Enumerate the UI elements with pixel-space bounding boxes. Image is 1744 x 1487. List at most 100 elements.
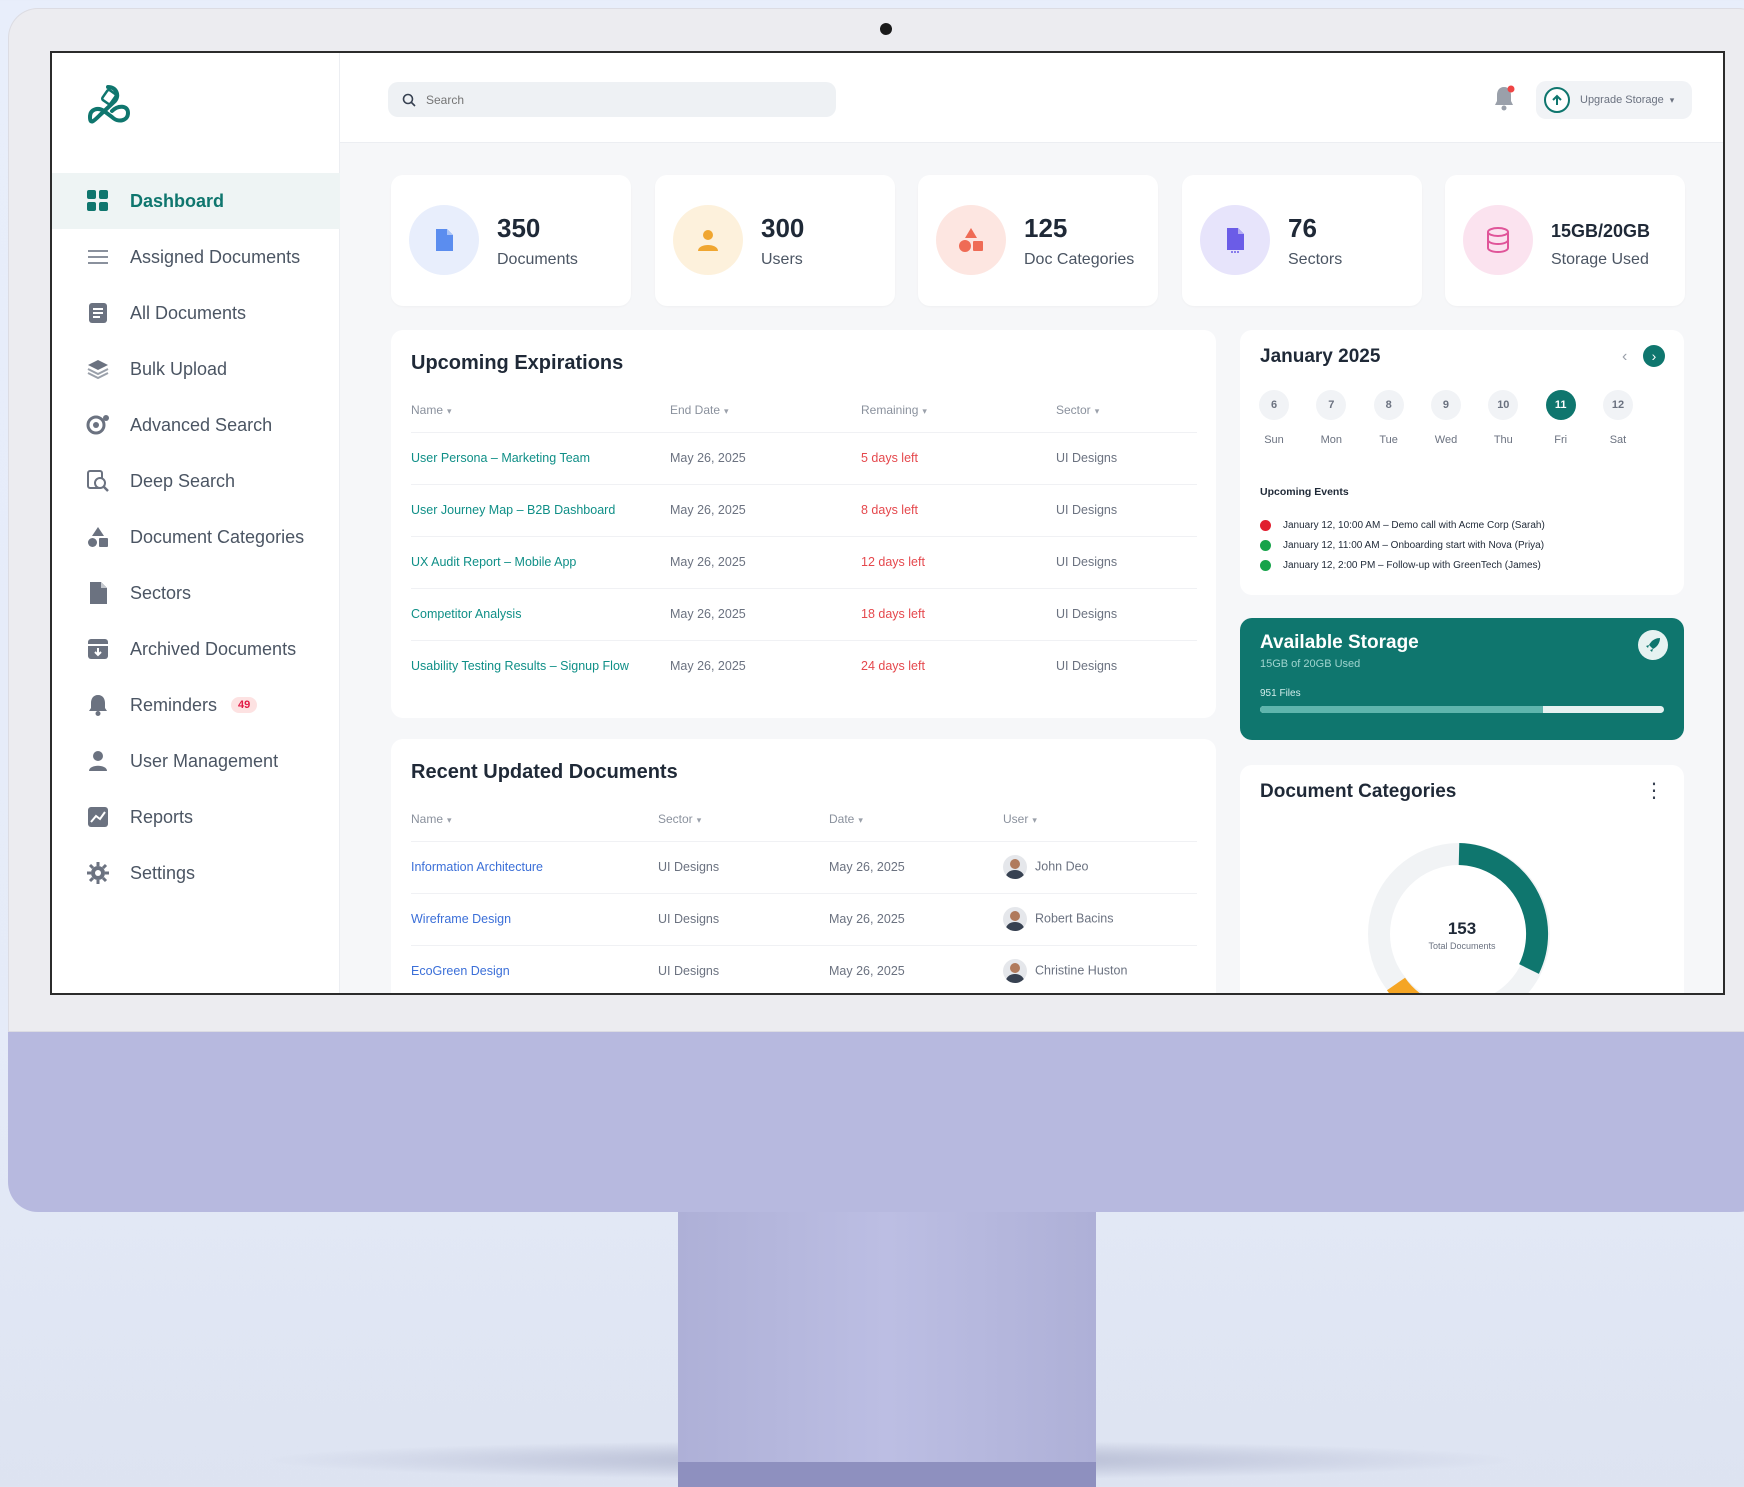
column-header-remaining[interactable]: Remaining ▾ [861,388,1056,432]
expirations-table: Name ▾ End Date ▾ Remaining ▾ Sector ▾ User … [411,388,1197,692]
document-name-link[interactable]: Usability Testing Results – Signup Flow [411,639,670,692]
stat-card-documents[interactable]: 350 Documents [391,175,631,306]
column-header-date[interactable]: Date ▾ [829,797,1003,841]
monitor-stand-base [678,1462,1096,1487]
chevron-left-icon[interactable]: ‹ [1622,348,1627,366]
chevron-right-icon[interactable]: › [1643,345,1665,367]
sidebar-item-label: Reminders [130,694,218,715]
chevron-down-icon: ▾ [447,405,452,416]
calendar-day[interactable]: 9 Wed [1428,390,1464,446]
end-date-cell: May 26, 2025 [670,639,861,692]
column-header-sector[interactable]: Sector ▾ [658,797,829,841]
document-name-link[interactable]: Wireframe Design [411,892,658,945]
document-icon [86,301,110,325]
calendar-day[interactable]: 12 Sat [1600,390,1636,446]
event-item[interactable]: January 12, 2:00 PM – Follow-up with Gre… [1260,560,1541,571]
user-icon [86,749,110,773]
stat-label: Users [761,251,803,268]
column-header-end-date[interactable]: End Date ▾ [670,388,861,432]
search-input[interactable] [426,92,806,107]
event-item[interactable]: January 12, 11:00 AM – Onboarding start … [1260,540,1544,551]
stat-card-doc-categories[interactable]: 125 Doc Categories [918,175,1158,306]
sidebar-item-sectors[interactable]: Sectors [52,565,340,621]
weekday-label: Wed [1434,434,1458,446]
database-icon [1463,205,1533,275]
calendar-day-selected[interactable]: 11 Fri [1543,390,1579,446]
document-name-link[interactable]: UX Audit Report – Mobile App [411,535,670,588]
storage-subtitle: 15GB of 20GB Used [1260,658,1361,670]
stat-label: Storage Used [1551,251,1649,268]
calendar-day[interactable]: 10 Thu [1485,390,1521,446]
status-dot-icon [1260,540,1271,551]
sidebar-item-bulk-upload[interactable]: Bulk Upload [52,341,340,397]
date-cell: May 26, 2025 [829,944,1003,993]
sector-cell: UI Designs [658,892,829,945]
stat-label: Documents [497,251,578,268]
chevron-down-icon: ▾ [447,814,452,825]
recent-documents-panel: Recent Updated Documents Name ▾ Sector ▾ D… [391,739,1216,993]
stat-card-users[interactable]: 300 Users [655,175,895,306]
sidebar-item-reports[interactable]: Reports [52,789,340,845]
app-logo-icon[interactable] [82,81,134,133]
event-item[interactable]: January 12, 10:00 AM – Demo call with Ac… [1260,520,1545,531]
storage-progress-bar [1260,706,1664,713]
column-header-user[interactable]: User ▾ [1003,797,1197,841]
table-row[interactable]: User Persona – Marketing Team May 26, 20… [411,431,1197,484]
column-header-sector[interactable]: Sector ▾ [1056,388,1197,432]
stat-card-storage-used[interactable]: 15GB/20GB Storage Used [1445,175,1685,306]
sidebar-item-archived-documents[interactable]: Archived Documents [52,621,340,677]
storage-progress-fill [1260,706,1543,713]
upgrade-storage-button[interactable]: Upgrade Storage ▾ [1536,81,1692,119]
document-name-link[interactable]: Information Architecture [411,840,658,893]
column-header-name[interactable]: Name ▾ [411,797,658,841]
sidebar-item-reminders[interactable]: Reminders 49 [52,677,340,733]
sidebar-item-document-categories[interactable]: Document Categories [52,509,340,565]
table-row[interactable]: Usability Testing Results – Signup Flow … [411,639,1197,692]
weekday-label: Sat [1609,434,1627,446]
upload-arrow-icon [1544,87,1570,113]
search-box[interactable] [388,82,836,117]
rocket-icon[interactable] [1638,630,1668,660]
calendar-day[interactable]: 8 Tue [1371,390,1407,446]
sidebar-item-dashboard[interactable]: Dashboard [52,173,340,229]
sidebar-item-deep-search[interactable]: Deep Search [52,453,340,509]
grid-icon [86,189,110,213]
monitor-chin [8,1032,1744,1212]
sidebar-item-advanced-search[interactable]: Advanced Search [52,397,340,453]
calendar-day[interactable]: 7 Mon [1313,390,1349,446]
notification-bell-icon[interactable] [1490,83,1518,113]
stat-value: 76 [1288,213,1317,243]
document-name-link[interactable]: Competitor Analysis [411,587,670,640]
sidebar-item-all-documents[interactable]: All Documents [52,285,340,341]
sidebar-item-assigned-documents[interactable]: Assigned Documents [52,229,340,285]
list-icon [86,245,110,269]
avatar [1003,907,1027,931]
date-cell: May 26, 2025 [829,840,1003,893]
app-screen: Dashboard Assigned Documents All Documen… [50,51,1725,995]
sidebar-item-label: Sectors [130,582,192,603]
table-row[interactable]: UX Audit Report – Mobile App May 26, 202… [411,535,1197,588]
more-vertical-icon[interactable]: ⋮ [1644,781,1664,801]
donut-total-value: 153 [1447,919,1477,938]
table-row[interactable]: Competitor Analysis May 26, 2025 18 days… [411,587,1197,640]
avatar [1003,855,1027,879]
table-row[interactable]: User Journey Map – B2B Dashboard May 26,… [411,483,1197,536]
table-row[interactable]: Information Architecture UI Designs May … [411,840,1197,893]
weekday-label: Sun [1264,434,1284,446]
document-name-link[interactable]: User Journey Map – B2B Dashboard [411,483,670,536]
status-dot-icon [1260,520,1271,531]
column-header-name[interactable]: Name ▾ [411,388,670,432]
chart-icon [86,805,110,829]
chevron-down-icon: ▾ [724,405,729,416]
user-name: Robert Bacins [1035,911,1114,926]
document-name-link[interactable]: User Persona – Marketing Team [411,431,670,484]
table-row[interactable]: EcoGreen Design UI Designs May 26, 2025 … [411,944,1197,993]
table-row[interactable]: Wireframe Design UI Designs May 26, 2025… [411,892,1197,945]
document-name-link[interactable]: EcoGreen Design [411,944,658,993]
sidebar-item-settings[interactable]: Settings [52,845,340,901]
sidebar-item-user-management[interactable]: User Management [52,733,340,789]
sidebar-item-label: Settings [130,862,196,883]
stat-card-sectors[interactable]: 76 Sectors [1182,175,1422,306]
calendar-day[interactable]: 6 Sun [1256,390,1292,446]
sidebar-item-label: Document Categories [130,526,305,547]
